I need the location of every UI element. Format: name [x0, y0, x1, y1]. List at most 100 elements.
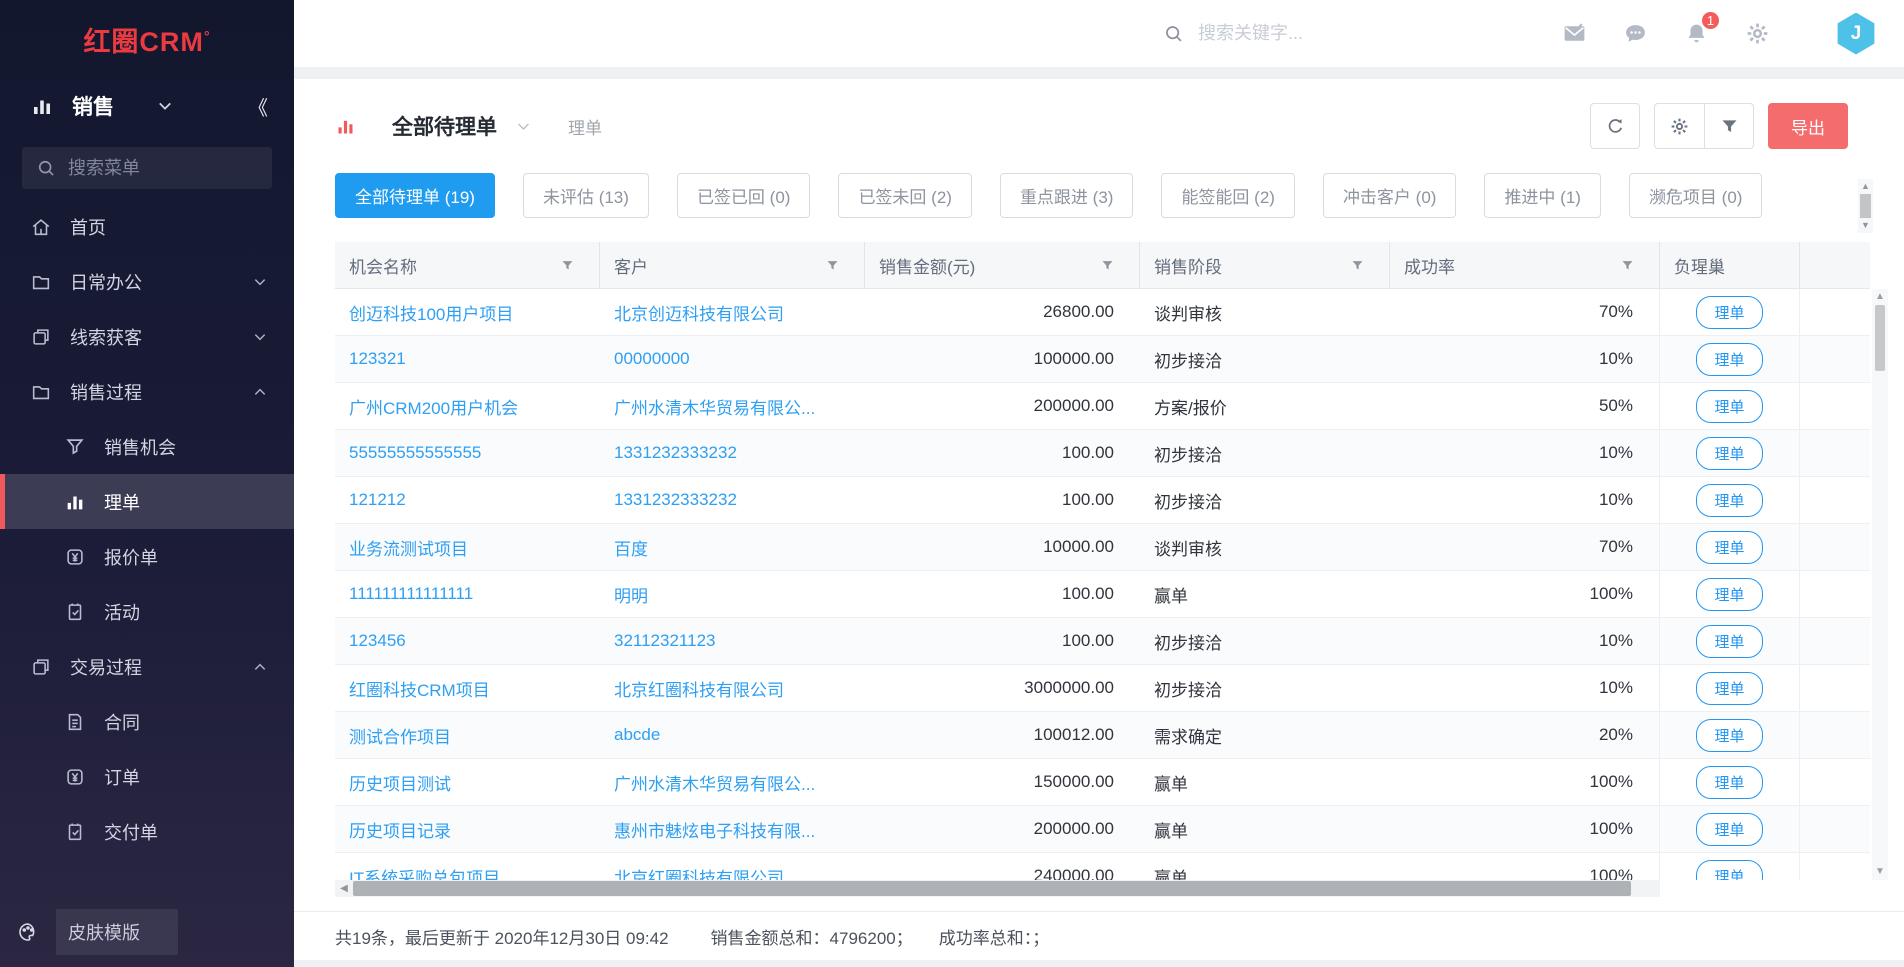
column-filter-icon[interactable]: [1100, 258, 1115, 273]
table-vertical-scrollbar[interactable]: ▲ ▼: [1872, 289, 1888, 880]
filter-tab-1[interactable]: 未评估 (13): [523, 173, 649, 218]
opportunity-name-link[interactable]: 111111111111111: [335, 571, 600, 617]
handle-order-button[interactable]: 理单: [1696, 672, 1762, 705]
customer-link[interactable]: 惠州市魅炫电子科技有限...: [600, 806, 865, 852]
sidebar-item-11[interactable]: 交付单: [0, 804, 294, 859]
chevron-down-icon[interactable]: [515, 118, 532, 135]
opportunity-name-link[interactable]: IT系统采购总包项目: [335, 853, 600, 880]
refresh-button[interactable]: [1590, 103, 1640, 149]
doc-check-icon: [64, 601, 86, 623]
handle-order-button[interactable]: 理单: [1696, 813, 1762, 846]
column-filter-icon[interactable]: [1620, 258, 1635, 273]
handle-order-button[interactable]: 理单: [1696, 296, 1762, 329]
mail-icon[interactable]: [1562, 21, 1587, 46]
scrollbar-thumb[interactable]: [1875, 305, 1885, 371]
customer-link[interactable]: 百度: [600, 524, 865, 570]
sidebar-item-skin-template[interactable]: 皮肤模版: [0, 909, 178, 955]
export-button[interactable]: 导出: [1768, 103, 1848, 149]
page-scrollbar[interactable]: ▲ ▼: [1858, 179, 1873, 233]
handle-order-button[interactable]: 理单: [1696, 625, 1762, 658]
sidebar-item-1[interactable]: 日常办公: [0, 254, 294, 309]
sidebar-item-7[interactable]: 活动: [0, 584, 294, 639]
table-horizontal-scrollbar[interactable]: ◀: [335, 880, 1660, 897]
opportunity-name-link[interactable]: 历史项目测试: [335, 759, 600, 805]
sidebar-search-input[interactable]: [68, 158, 300, 179]
filter-button[interactable]: [1704, 104, 1753, 148]
settings-button[interactable]: [1655, 104, 1704, 148]
opportunity-name-link[interactable]: 121212: [335, 477, 600, 523]
chat-icon[interactable]: [1623, 21, 1648, 46]
customer-link[interactable]: 北京创迈科技有限公司: [600, 289, 865, 335]
scroll-up-icon[interactable]: ▲: [1861, 179, 1870, 194]
customer-link[interactable]: 00000000: [600, 336, 865, 382]
filter-tab-8[interactable]: 濒危项目 (0): [1629, 173, 1763, 218]
opportunity-name-link[interactable]: 历史项目记录: [335, 806, 600, 852]
scroll-up-icon[interactable]: ▲: [1875, 289, 1885, 305]
opportunity-name-link[interactable]: 123456: [335, 618, 600, 664]
opportunity-name-link[interactable]: 业务流测试项目: [335, 524, 600, 570]
scroll-down-icon[interactable]: ▼: [1861, 218, 1870, 233]
opportunity-name-link[interactable]: 广州CRM200用户机会: [335, 383, 600, 429]
scroll-down-icon[interactable]: ▼: [1875, 864, 1885, 880]
scrollbar-thumb[interactable]: [353, 881, 1631, 896]
handle-order-button[interactable]: 理单: [1696, 437, 1762, 470]
sidebar-item-6[interactable]: 报价单: [0, 529, 294, 584]
filter-tab-6[interactable]: 冲击客户 (0): [1323, 173, 1457, 218]
sidebar-item-label: 销售过程: [70, 379, 142, 405]
customer-link[interactable]: 广州水清木华贸易有限公...: [600, 383, 865, 429]
handle-order-button[interactable]: 理单: [1696, 484, 1762, 517]
handle-order-button[interactable]: 理单: [1696, 531, 1762, 564]
filter-tab-3[interactable]: 已签未回 (2): [838, 173, 972, 218]
sidebar-item-3[interactable]: 销售过程: [0, 364, 294, 419]
column-filter-icon[interactable]: [825, 258, 840, 273]
customer-link[interactable]: 明明: [600, 571, 865, 617]
sidebar-item-9[interactable]: 合同: [0, 694, 294, 749]
customer-link[interactable]: abcde: [600, 712, 865, 758]
avatar[interactable]: J: [1836, 13, 1876, 55]
handle-order-button[interactable]: 理单: [1696, 390, 1762, 423]
customer-link[interactable]: 北京红圈科技有限公司: [600, 665, 865, 711]
handle-order-button[interactable]: 理单: [1696, 766, 1762, 799]
customer-link[interactable]: 1331232333232: [600, 430, 865, 476]
sidebar-item-5[interactable]: 理单: [0, 474, 294, 529]
collapse-sidebar-icon[interactable]: 《: [248, 92, 268, 121]
customer-link[interactable]: 1331232333232: [600, 477, 865, 523]
filter-tab-5[interactable]: 能签能回 (2): [1161, 173, 1295, 218]
customer-link[interactable]: 32112321123: [600, 618, 865, 664]
notifications-bell-icon[interactable]: 1: [1684, 21, 1709, 46]
filter-tab-7[interactable]: 推进中 (1): [1484, 173, 1601, 218]
opportunity-name-link[interactable]: 123321: [335, 336, 600, 382]
sidebar-item-2[interactable]: 线索获客: [0, 309, 294, 364]
customer-link[interactable]: 北京红圈科技有限公司: [600, 853, 865, 880]
filter-tab-2[interactable]: 已签已回 (0): [677, 173, 811, 218]
handle-order-button[interactable]: 理单: [1696, 343, 1762, 376]
sales-stage: 初步接洽: [1140, 477, 1390, 523]
opportunity-name-link[interactable]: 红圈科技CRM项目: [335, 665, 600, 711]
opportunity-name-link[interactable]: 测试合作项目: [335, 712, 600, 758]
scroll-left-icon[interactable]: ◀: [335, 883, 353, 894]
handle-order-button[interactable]: 理单: [1696, 860, 1762, 881]
gear-icon[interactable]: [1745, 21, 1770, 46]
global-search[interactable]: [1163, 0, 1378, 67]
opportunity-name-link[interactable]: 创迈科技100用户项目: [335, 289, 600, 335]
sidebar-item-0[interactable]: 首页: [0, 199, 294, 254]
filter-tab-0[interactable]: 全部待理单 (19): [335, 173, 495, 218]
sidebar-search[interactable]: [22, 147, 272, 189]
column-filter-icon[interactable]: [1350, 258, 1365, 273]
opportunity-name-link[interactable]: 55555555555555: [335, 430, 600, 476]
column-filter-icon[interactable]: [560, 258, 575, 273]
sales-stage: 方案/报价: [1140, 383, 1390, 429]
chevron-down-icon[interactable]: [156, 97, 174, 115]
sidebar-item-4[interactable]: 销售机会: [0, 419, 294, 474]
filter-tab-4[interactable]: 重点跟进 (3): [1000, 173, 1134, 218]
handle-order-button[interactable]: 理单: [1696, 719, 1762, 752]
sidebar-menu: 首页日常办公线索获客销售过程销售机会理单报价单活动交易过程合同订单交付单: [0, 199, 294, 859]
handle-order-button[interactable]: 理单: [1696, 578, 1762, 611]
sidebar-item-10[interactable]: 订单: [0, 749, 294, 804]
chevron-down-icon: [252, 274, 268, 290]
scrollbar-thumb[interactable]: [1860, 194, 1871, 218]
customer-link[interactable]: 广州水清木华贸易有限公...: [600, 759, 865, 805]
sidebar-item-8[interactable]: 交易过程: [0, 639, 294, 694]
sidebar-module-header[interactable]: 销售 《: [0, 83, 294, 129]
global-search-input[interactable]: [1198, 23, 1378, 44]
